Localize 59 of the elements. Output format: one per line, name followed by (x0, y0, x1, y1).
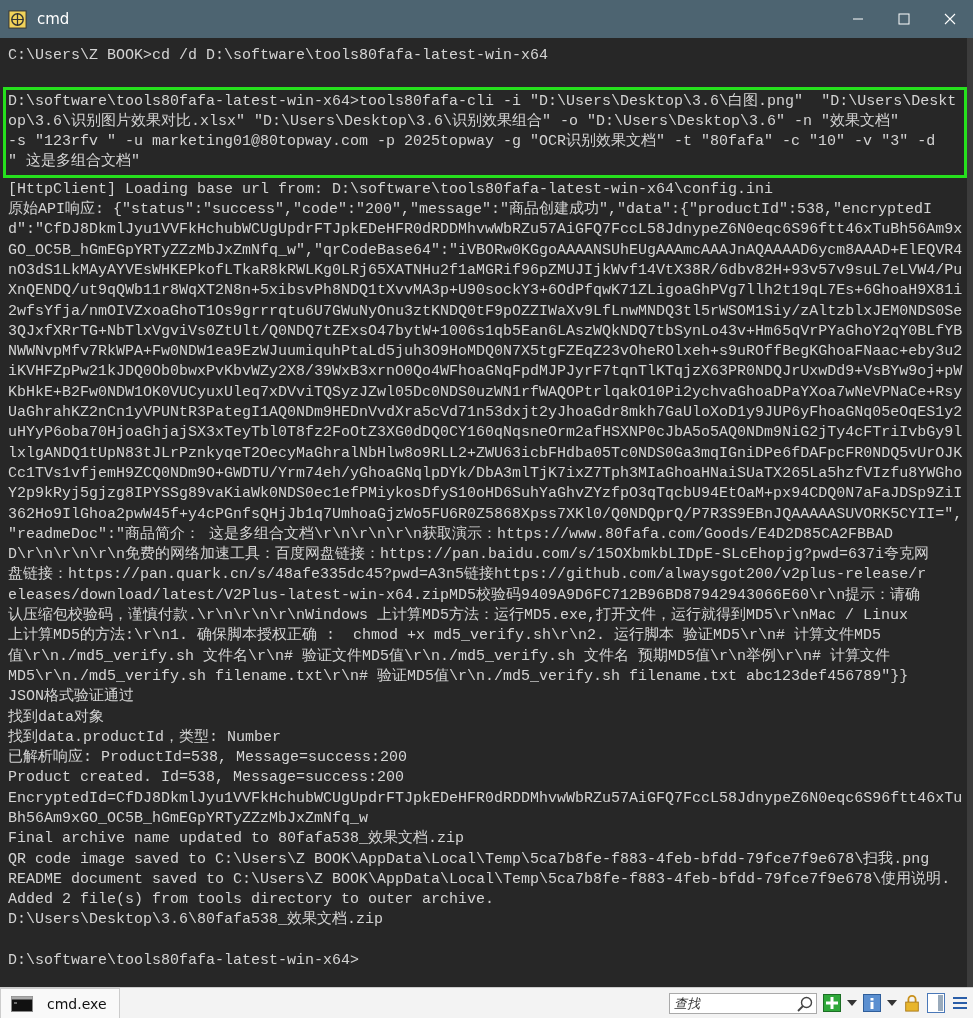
console-line: -s "123rfv " -u marketing01@80topway.com -p 2025topway -g "OCR识别效果文档" -t "80fafa" -c "10" -v "3" -d (8, 132, 937, 152)
caret-icon[interactable] (847, 1000, 857, 1006)
taskbar-button[interactable]: cmd.exe (0, 988, 120, 1018)
console-line: eleases/download/latest/V2Plus-latest-win-x64.zipMD5校验码9409A9D6FC712B96BD87942943066E60\r\n提示：请确 (8, 585, 922, 606)
console-line: 认压缩包校验码，谨慎付款.\r\n\r\n\r\nWindows 上计算MD5方法：运行MD5.exe,打开文件，运行就得到MD5\r\nMac / Linux (8, 606, 910, 626)
console-line: lxlgANDQ1tUpN83tJLrPznkyqeT2OecyMaGhralNbHlw8o9RLL2+ZWU63icbFHdba05Tc0NDS0Ga3mqIGniDPe6fDAFpcFR0NDQ5vUrOJK (8, 443, 964, 464)
search-field[interactable]: 查找 (669, 992, 817, 1014)
console-line: C:\Users\Z BOOK>cd /d D:\software\tools80fafa-latest-win-x64 (8, 46, 550, 66)
console-line: "readmeDoc":"商品简介： 这是多组合文档\r\n\r\n\r\n获取演示：https://www.80fafa.com/Goods/E4D2D85CA2FBBAD (8, 524, 895, 545)
app-icon (8, 9, 27, 29)
console-line: uHYyP6oba70HjoaGhjajSX3xTeyTbl0T8fz2FoOtZ3XG0dDQ0CY160qNqsneOrm2afHSXNP0cJbA5o5AQ0NDm9NiG2jTy4cFTriIvbGy9l (8, 423, 964, 444)
console-line: Bh56Am9xGO_OC5B_hGmEGpYRTyZZzMbJxZmNfq_w (8, 809, 370, 829)
console-line: " 这是多组合文档" (8, 152, 141, 173)
console-line: Product created. Id=538, Message=success:200 (8, 768, 406, 789)
panel-icon[interactable] (927, 993, 945, 1013)
console-line: D:\Users\Desktop\3.6\80fafa538_效果文档.zip (8, 910, 385, 931)
console-line: 已解析响应: ProductId=538, Message=success:200 (8, 748, 409, 769)
console-line: 362Ho9IlGhoa2pwW45f+y4cPGnfsQHjJb1q7UmhoaGjzWo5FU6R0Z5868Xpss7XKl0/Q0NDQprQ/P7R3S9EBnJQAAAAASUVORK5CYII=", (8, 504, 964, 525)
search-icon (797, 995, 813, 1012)
console-line: 值\r\n./md5_verify.sh 文件名\r\n# 验证文件MD5值\r\n./md5_verify.sh 文件名 预期MD5值\r\n举例\r\n# 计算文件 (8, 646, 892, 667)
console-line: 2wfsYfja/nmOIVZxoaGhoT1Os9grrrqtu6U7GWuNyOnu3ztKNDQ0tF9pOZZIWaXv9LfLnwMNDQ3tl5rWSOM1Siy/zAltzblxJEM0NDS0Se (8, 301, 964, 322)
console-line: 原始API响应: {"status":"success","code":"200","message":"商品创建成功","data":{"productId":538,"encryptedI (8, 200, 934, 221)
menu-icon[interactable] (951, 994, 969, 1012)
console-line: D:\software\tools80fafa-latest-win-x64>tools80fafa-cli -i "D:\Users\Desktop\3.6\白图.png" "D:\Users\Deskt (8, 91, 958, 112)
console-line: JSON格式验证通过 (8, 687, 135, 708)
info-icon[interactable] (863, 994, 881, 1012)
console-line: op\3.6\识别图片效果对比.xlsx" "D:\Users\Desktop\3.6\识别效果组合" -o "D:\Users\Desktop\3.6" -n "效果文档" (8, 111, 901, 132)
console-line: NWWNvpMfv7RkWPA+Fw0NDW1ea9EzWJuumiquhPtaLd5juh3O9HoMDQ0N7X5tgFZEqZ23vOheROlxeh+s9uROffBegKGhoaFNaac+eby3u2 (8, 342, 964, 363)
console-line: README document saved to C:\Users\Z BOOK\AppData\Local\Temp\5ca7b8fe-f883-4feb-bfdd-79fce7f9e678\使用说明. (8, 869, 952, 890)
console-line: KbHkE+B2Fw0NDW1OK0VUCyuxUleq7xDVviTQSyzJZwl05Dc0NDS0uzWN1rfWAQOPtrlqakO10Pi2ychvaGhoaDPaYXoa7wNeVPNaCe+Rsy (8, 382, 964, 403)
console-line: UaGhrahKZ2nCn1yVPUNtR3PategI1AQ0NDm9HEDnVvdXra5cVd71n53dxjt2yJhoaGdr8mkh7GaUloXoD1y9JUP6yFhoaGNq05eOqES1y2 (8, 403, 964, 424)
console-line: MD5\r\n./md5_verify.sh filename.txt\r\n# 验证MD5值\r\n./md5_verify.sh filename.txt abc123def456789"}} (8, 666, 910, 687)
console-line: 3QJxfXRrTG+NbTlxVgviVs0ZtUlt/Q0NDQ7tZExsO47bytW+1006s1qb5Ean6LAszWQkNDQ7tbSynLo43v+Hm65qVrPYaGhoY2qY0BLfYB (8, 321, 964, 342)
console-line: EncryptedId=CfDJ8DkmlJyu1VVFkHchubWCUgUpdrFTJpkEDeHFR0dRDDMhvwWbRZu57AiGFQ7FccL58JdnypeZ6N0eqc6S96ftt46xTu (8, 788, 964, 809)
console-line: D:\software\tools80fafa-latest-win-x64> (8, 951, 361, 972)
console-line: nO3dS1LkMAyAYVEsWHKEPkofLTkaR8kRWLKg0LRj65XATNHu2f1aMGRif96pZMUJIjkWvf14VtX38R/6dbv82H+93v57v9suL7eLVW4/Pu (8, 260, 964, 281)
console-line: D\r\n\r\n\r\n免费的网络加速工具：百度网盘链接：https://pan.baidu.com/s/15OXbmkbLIDpE-SLcEhopjg?pwd=637i夸克网 (8, 545, 931, 565)
console-line: QR code image saved to C:\Users\Z BOOK\AppData\Local\Temp\5ca7b8fe-f883-4feb-bfdd-79fce7f9e678\扫我.png (8, 849, 931, 870)
console-line: Y2p9kRyj5gjzg8IPYSSg89vaKiaWk0NDS0ec1efPMiykosDfyS10oHD6SuhYaGhvZYzfpO3qTqcbU94EtOaM+px94CDQ0N7aFaJDSp9ZiI (8, 484, 964, 505)
console-line: iKVHFZpPw21kJDQ0Ob0bwxPvKbvWZy2X8/39WxB3xrnO0Qo4WFhoaGNqFpdMJPJyrF7tqnTlKTqjzX63PR0NDQJrUxwDd9+VsBYw9oj+pW (8, 362, 964, 383)
console-line: Added 2 file(s) from tools directory to outer archive. (8, 890, 496, 910)
close-icon (944, 13, 956, 25)
window-title: cmd (37, 10, 71, 28)
console-line: Cc1TVs1vfjemH9ZCQ0NDm9O+GWDTU/Yrm74eh/yGhoaGNqlpDYk/DbA3mlTjK7ixZ7Tph3MIaGhoaHNaiSUaTX265La5hzfVIzfu8YWGho (8, 463, 964, 484)
plus-icon[interactable] (823, 994, 841, 1012)
lock-icon[interactable] (903, 994, 921, 1012)
console-line: 找到data.productId，类型: Number (8, 727, 283, 748)
maximize-icon (898, 13, 910, 25)
terminal-icon (11, 995, 33, 1012)
console-line: GO_OC5B_hGmEGpYRTyZZzMbJxZmNfq_w","qrCodeBase64":"iVBORw0KGgoAAAANSUhEUgAAAmcAAAJnAQAAAAD6ycm8AAAD+ElEQVR4 (8, 240, 964, 261)
console-line: d":"CfDJ8DkmlJyu1VVFkHchubWCUgUpdrFTJpkEDeHFR0dRDDMhvwWbRZu57AiGFQ7FccL58JdnypeZ6N0eqc6S96ftt46xTuBh56Am9x (8, 220, 964, 241)
console-line: 盘链接：https://pan.quark.cn/s/48afe335dc45?pwd=A3n5链接https://github.com/alwaysgot200/v2plus-release/r (8, 565, 928, 586)
console-line: Final archive name updated to 80fafa538_效果文档.zip (8, 829, 466, 850)
caret-icon[interactable] (887, 1000, 897, 1006)
scrollbar[interactable] (967, 38, 973, 987)
console-line: XnQENDQ/ut9qQWb11r8WqXT2N8n+5xibsvPh8NDQ1tXvvMA3p+U90sockY3+6OdPfqwK71ZLigoaGhPVg7llh2t19qL7Es+6GhoaH9X81i (8, 281, 964, 302)
console-line: 上计算MD5的方法:\r\n1. 确保脚本授权正确 : chmod +x md5_verify.sh\r\n2. 运行脚本 验证MD5\r\n# 计算文件MD5 (8, 626, 883, 647)
console-line: 找到data对象 (8, 707, 105, 728)
console-line: [HttpClient] Loading base url from: D:\software\tools80fafa-latest-win-x64\config.ini (8, 179, 775, 200)
